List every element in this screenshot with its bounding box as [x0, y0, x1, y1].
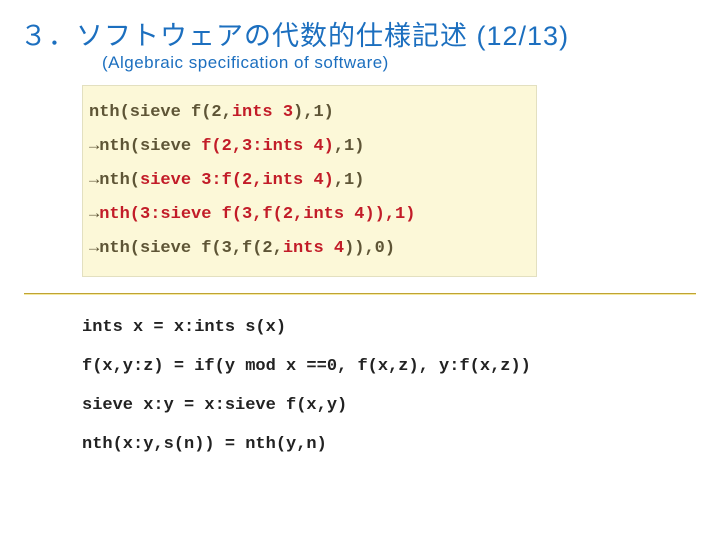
deriv-rest: ,1) [334, 137, 365, 156]
deriv-prefix: nth [99, 137, 130, 156]
title-text: ３．ソフトウェアの代数的仕様記述 [20, 21, 468, 51]
deriv-hilite: ints 4 [283, 239, 344, 258]
definition-line: sieve x:y = x:sieve f(x,y) [82, 389, 720, 428]
deriv-paren: (sieve f(2, [120, 103, 232, 122]
slide-counter: (12/13) [477, 21, 570, 51]
section-divider [24, 293, 696, 295]
derivation-line: →nth(3:sieve f(3,f(2,ints 4)),1) [89, 198, 530, 232]
derivation-line: →nth(sieve f(2,3:ints 4),1) [89, 130, 530, 164]
slide-title: ３．ソフトウェアの代数的仕様記述 (12/13) [0, 0, 720, 55]
deriv-rest: )),0) [344, 239, 395, 258]
deriv-paren: (sieve [130, 137, 201, 156]
arrow-icon: → [89, 137, 99, 156]
arrow-icon: → [89, 239, 99, 258]
derivation-line: nth(sieve f(2,ints 3),1) [89, 96, 530, 130]
deriv-prefix: nth(sieve f(3,f(2, [99, 239, 283, 258]
definition-line: ints x = x:ints s(x) [82, 311, 720, 350]
deriv-hilite: nth(3:sieve f(3,f(2,ints 4)),1) [99, 205, 415, 224]
deriv-hilite: f(2,3:ints 4) [201, 137, 334, 156]
arrow-icon: → [89, 205, 99, 224]
derivation-box: nth(sieve f(2,ints 3),1) →nth(sieve f(2,… [82, 85, 537, 277]
slide-subtitle: (Algebraic specification of software) [0, 53, 720, 77]
deriv-prefix: nth( [99, 171, 140, 190]
definitions-block: ints x = x:ints s(x) f(x,y:z) = if(y mod… [82, 311, 720, 467]
definition-line: f(x,y:z) = if(y mod x ==0, f(x,z), y:f(x… [82, 350, 720, 389]
deriv-rest: ),1) [293, 103, 334, 122]
arrow-icon: → [89, 171, 99, 190]
definition-line: nth(x:y,s(n)) = nth(y,n) [82, 428, 720, 467]
deriv-hilite: sieve 3:f(2,ints 4) [140, 171, 334, 190]
derivation-line: →nth(sieve 3:f(2,ints 4),1) [89, 164, 530, 198]
derivation-line: →nth(sieve f(3,f(2,ints 4)),0) [89, 232, 530, 266]
deriv-prefix: nth [89, 103, 120, 122]
deriv-rest: ,1) [334, 171, 365, 190]
deriv-hilite: ints 3 [232, 103, 293, 122]
